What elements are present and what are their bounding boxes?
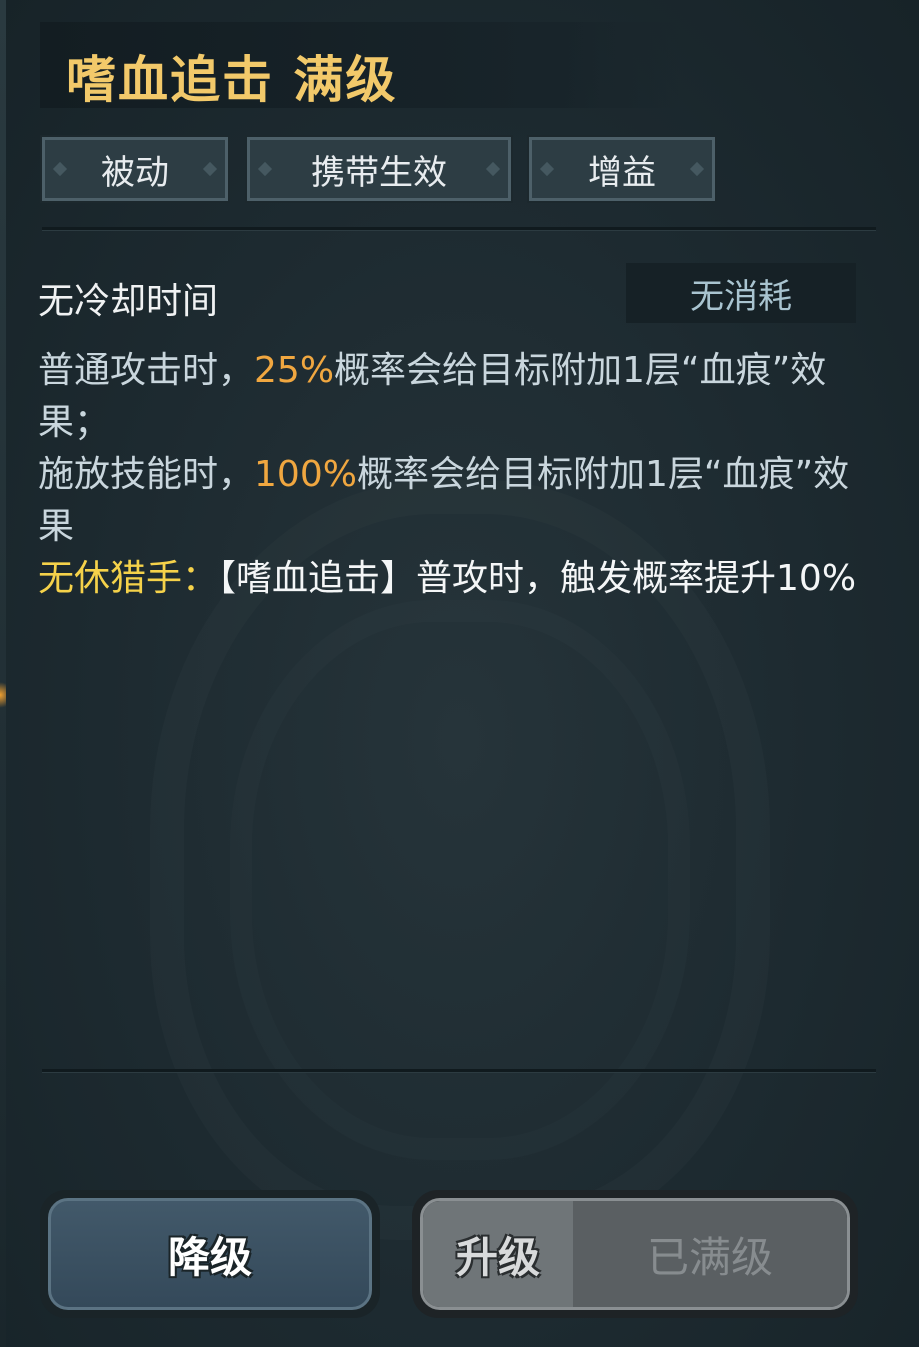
diamond-icon (485, 161, 501, 177)
diamond-icon (52, 161, 68, 177)
diamond-icon (539, 161, 555, 177)
background-emblem-inner (230, 600, 690, 1160)
tag-carry-effect: 携带生效 (245, 135, 513, 203)
skill-description: 普通攻击时，25%概率会给目标附加1层“血痕”效果； 施放技能时，100%概率会… (38, 345, 868, 605)
tag-label: 增益 (588, 152, 656, 193)
cost-badge: 无消耗 (626, 263, 856, 323)
tag-label: 携带生效 (311, 152, 447, 193)
edge-glow (0, 680, 6, 710)
diamond-icon (689, 161, 705, 177)
tag-passive: 被动 (40, 135, 230, 203)
divider-top (42, 227, 876, 231)
max-level-status: 已满级 (573, 1201, 847, 1307)
tag-buff: 增益 (527, 135, 717, 203)
upgrade-button-label: 升级 (423, 1201, 573, 1307)
skill-title: 嗜血追击 满级 (66, 51, 398, 109)
bonus-label: 无休猎手： (38, 558, 219, 599)
description-line-bonus: 无休猎手：【嗜血追击】普攻时，触发概率提升10% (38, 553, 868, 605)
upgrade-button[interactable]: 升级 已满级 (412, 1190, 858, 1318)
cooldown-text: 无冷却时间 (38, 281, 219, 322)
panel-edge (0, 0, 6, 1347)
chance-value: 25% (254, 350, 335, 391)
description-line-normal-attack: 普通攻击时，25%概率会给目标附加1层“血痕”效果； (38, 350, 827, 443)
diamond-icon (202, 161, 218, 177)
chance-value: 100% (254, 454, 357, 495)
diamond-icon (257, 161, 273, 177)
description-line-skill-cast: 施放技能时，100%概率会给目标附加1层“血痕”效果 (38, 454, 850, 547)
downgrade-button[interactable]: 降级 (40, 1190, 380, 1318)
tag-label: 被动 (101, 152, 169, 193)
bonus-text: 【嗜血追击】普攻时，触发概率提升10% (218, 558, 857, 599)
downgrade-button-label: 降级 (48, 1198, 372, 1310)
divider-bottom (42, 1069, 876, 1073)
skill-detail-panel (0, 0, 919, 1347)
